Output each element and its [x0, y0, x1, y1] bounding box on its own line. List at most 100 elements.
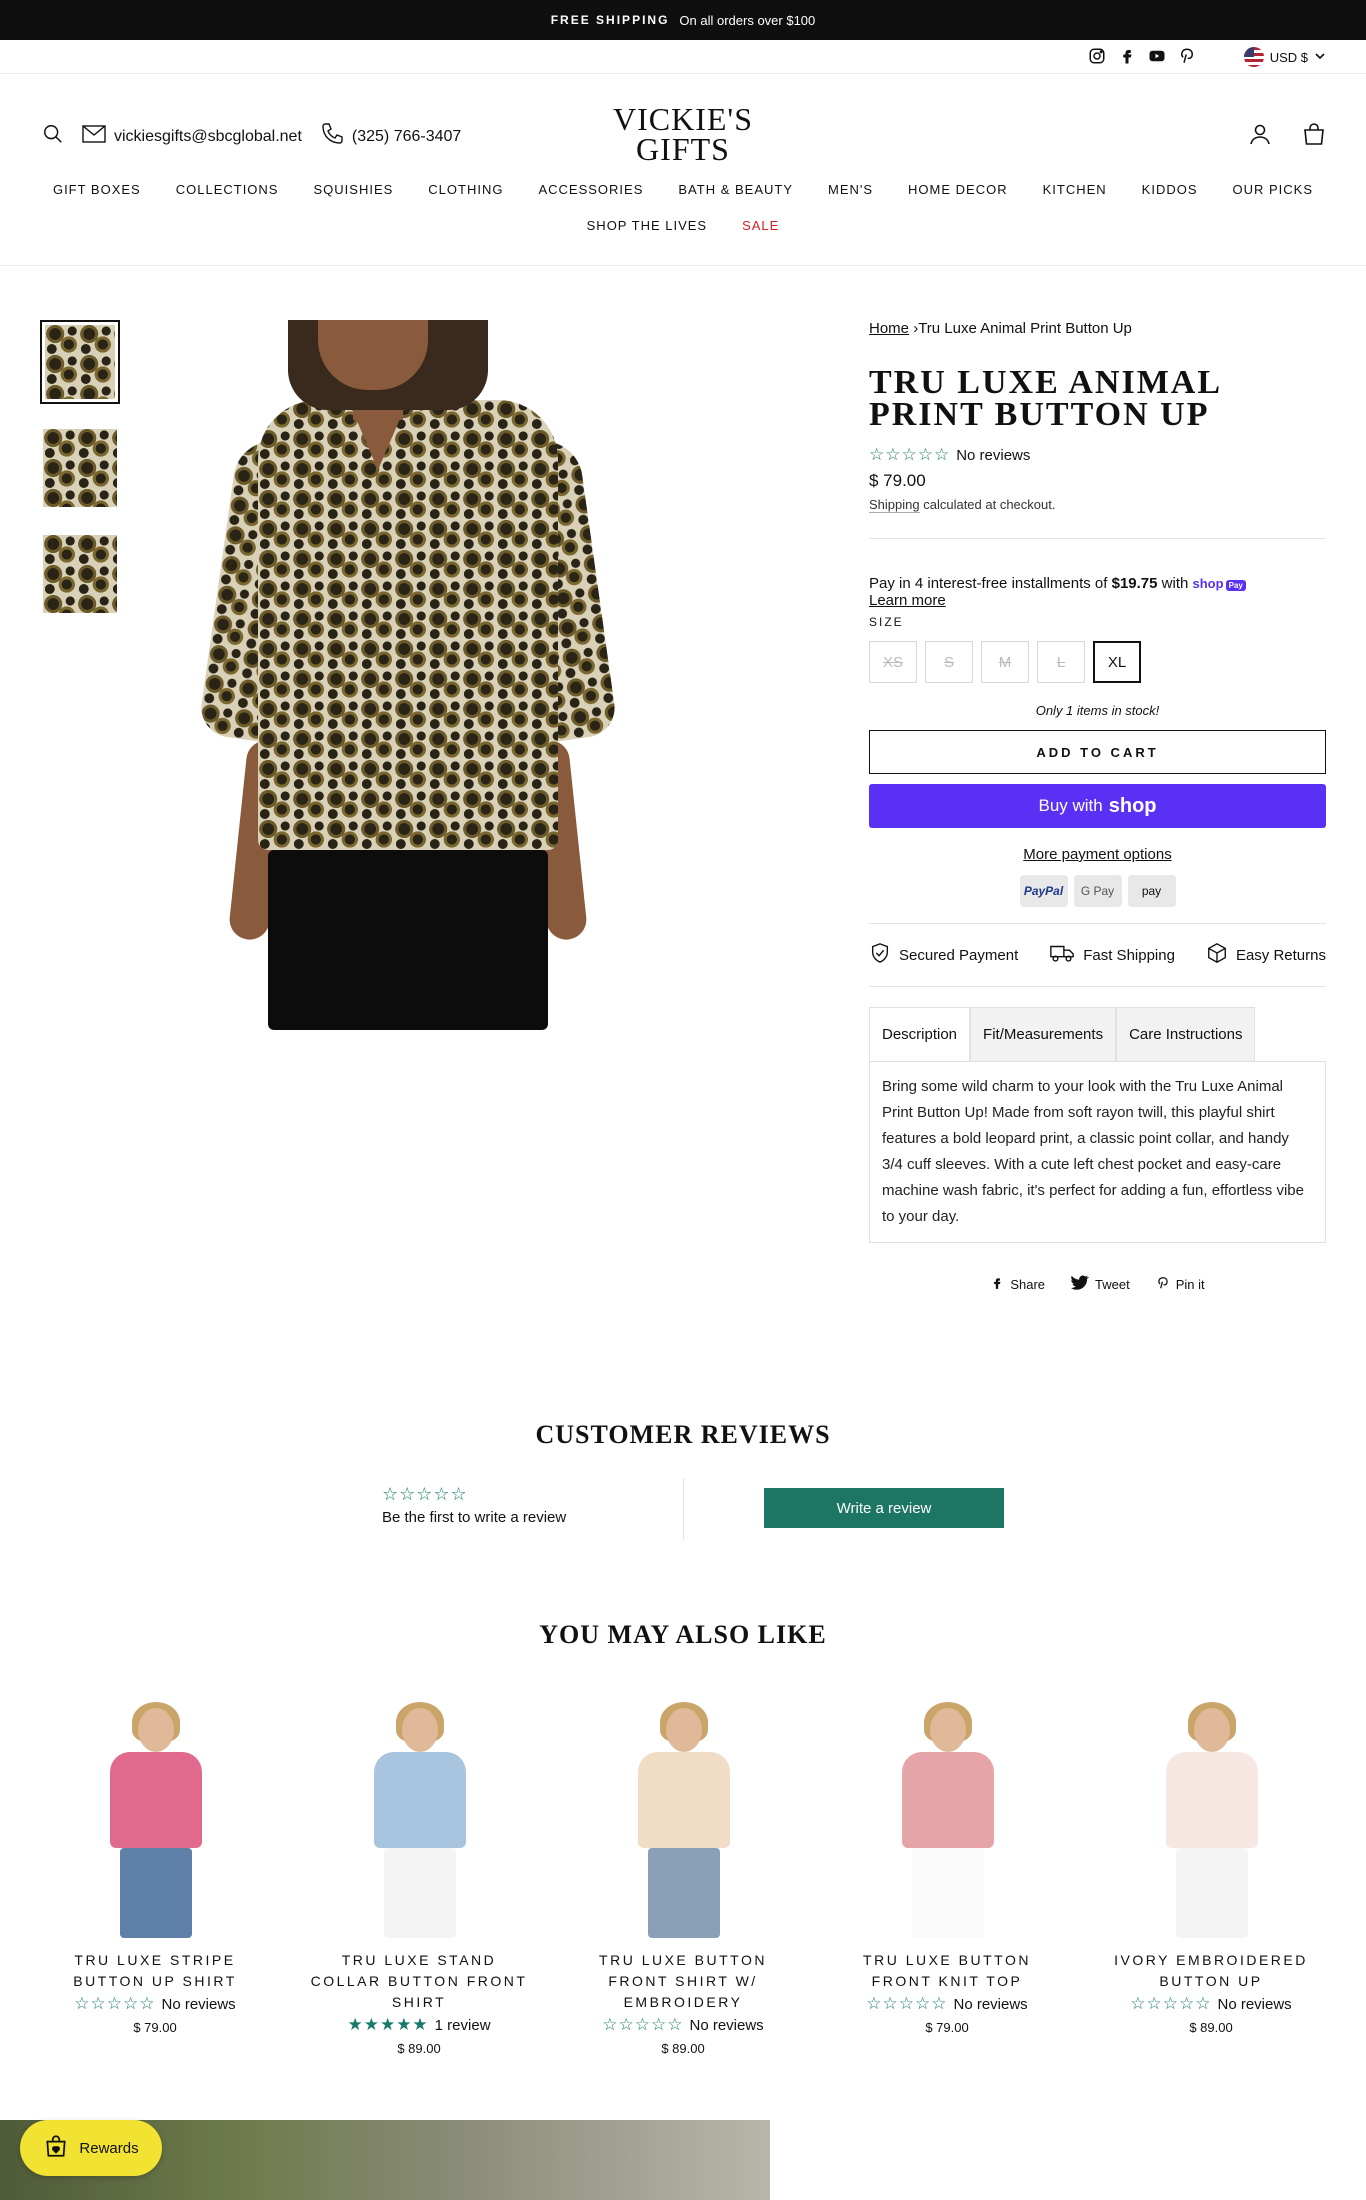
nav-clothing[interactable]: CLOTHING — [428, 182, 503, 197]
reviews-first-text: Be the first to write a review — [382, 1509, 567, 1526]
currency-selector[interactable]: USD $ — [1243, 47, 1326, 67]
google-pay-icon[interactable]: G Pay — [1073, 875, 1122, 907]
size-option-s[interactable]: S — [925, 641, 973, 683]
phone-link[interactable]: (325) 766-3407 — [320, 122, 461, 151]
tab-care-instructions[interactable]: Care Instructions — [1116, 1007, 1256, 1061]
trust-label: Fast Shipping — [1083, 946, 1175, 964]
more-payment-options-link[interactable]: More payment options — [869, 846, 1326, 863]
cart-icon[interactable] — [1302, 122, 1326, 151]
product-card[interactable]: TRU LUXE STRIPE BUTTON UP SHIRT ☆☆☆☆☆ No… — [40, 1700, 270, 2056]
nav-accessories[interactable]: ACCESSORIES — [538, 182, 643, 197]
breadcrumb-home[interactable]: Home — [869, 320, 909, 337]
main-product-image[interactable] — [197, 320, 678, 1030]
search-icon[interactable] — [42, 123, 64, 150]
nav-mens[interactable]: MEN'S — [828, 182, 873, 197]
amazon-pay-icon[interactable]: pay — [1127, 875, 1176, 907]
buy-with-shop-button[interactable]: Buy with shop — [869, 784, 1326, 828]
site-logo[interactable]: VICKIE'S GIFTS — [583, 101, 783, 165]
header-contact: vickiesgifts@sbcglobal.net (325) 766-340… — [42, 122, 461, 151]
write-review-button[interactable]: Write a review — [764, 1488, 1004, 1528]
nav-shop-the-lives[interactable]: SHOP THE LIVES — [587, 218, 707, 233]
card-top — [110, 1752, 202, 1848]
nav-sale[interactable]: SALE — [742, 218, 779, 233]
shield-icon — [869, 942, 891, 968]
rewards-launcher-button[interactable]: Rewards — [20, 2120, 162, 2176]
product-card-name: TRU LUXE BUTTON FRONT KNIT TOP — [863, 1952, 1031, 1989]
nav-kiddos[interactable]: KIDDOS — [1142, 182, 1198, 197]
nav-squishies[interactable]: SQUISHIES — [313, 182, 393, 197]
size-option-xl[interactable]: XL — [1093, 641, 1141, 683]
size-option-l[interactable]: L — [1037, 641, 1085, 683]
product-card-image — [304, 1700, 534, 1940]
nav-kitchen[interactable]: KITCHEN — [1043, 182, 1107, 197]
instagram-icon[interactable] — [1088, 47, 1106, 65]
model-face — [666, 1708, 702, 1752]
thumbnail-front[interactable] — [40, 320, 120, 404]
size-option-xs[interactable]: XS — [869, 641, 917, 683]
add-to-cart-button[interactable]: ADD TO CART — [869, 730, 1326, 774]
phone-icon — [320, 122, 344, 151]
model-face — [1194, 1708, 1230, 1752]
product-rating[interactable]: ☆☆☆☆☆ No reviews — [869, 445, 1326, 465]
paypal-icon[interactable]: PayPal — [1019, 875, 1068, 907]
product-card-image — [832, 1700, 1062, 1940]
product-card[interactable]: TRU LUXE BUTTON FRONT KNIT TOP ☆☆☆☆☆ No … — [832, 1700, 1062, 2056]
nav-gift-boxes[interactable]: GIFT BOXES — [53, 182, 141, 197]
product-card-price: $ 79.00 — [925, 2020, 969, 2035]
email-link[interactable]: vickiesgifts@sbcglobal.net — [82, 125, 302, 148]
rating-stars: ☆☆☆☆☆ — [74, 1994, 156, 2013]
product-card-rating: ☆☆☆☆☆ No reviews — [832, 1994, 1062, 2014]
tab-fit-measurements[interactable]: Fit/Measurements — [970, 1007, 1117, 1061]
currency-label: USD $ — [1269, 49, 1308, 65]
product-card[interactable]: TRU LUXE STAND COLLAR BUTTON FRONT SHIRT… — [304, 1700, 534, 2056]
product-price: $ 79.00 — [869, 471, 926, 490]
product-card-name: TRU LUXE BUTTON FRONT SHIRT W/ EMBROIDER… — [599, 1952, 767, 2010]
nav-our-picks[interactable]: OUR PICKS — [1233, 182, 1314, 197]
product-card[interactable]: IVORY EMBROIDERED BUTTON UP ☆☆☆☆☆ No rev… — [1096, 1700, 1326, 2056]
thumbnail-back[interactable] — [40, 426, 120, 510]
nav-collections[interactable]: COLLECTIONS — [176, 182, 279, 197]
twitter-icon — [1071, 1275, 1090, 1294]
shipping-link[interactable]: Shipping — [869, 497, 920, 513]
nav-home-decor[interactable]: HOME DECOR — [908, 182, 1008, 197]
share-twitter[interactable]: Tweet — [1071, 1275, 1130, 1294]
email-text: vickiesgifts@sbcglobal.net — [114, 127, 302, 145]
product-card-rating: ☆☆☆☆☆ No reviews — [568, 2015, 798, 2035]
facebook-icon[interactable] — [1118, 47, 1136, 65]
logo-line-1: VICKIE'S — [613, 101, 753, 137]
header-actions — [1248, 122, 1326, 151]
product-card-rating: ★★★★★ 1 review — [304, 2015, 534, 2035]
customer-reviews-title: CUSTOMER REVIEWS — [535, 1420, 831, 1449]
thumbnail-fabric[interactable] — [40, 532, 120, 616]
account-icon[interactable] — [1248, 122, 1272, 151]
rewards-label: Rewards — [79, 2139, 139, 2157]
tab-description[interactable]: Description — [869, 1007, 971, 1061]
learn-more-link[interactable]: Learn more — [869, 592, 1326, 609]
trust-secured-payment: Secured Payment — [869, 942, 1018, 968]
share-label: Share — [1010, 1277, 1046, 1292]
pinterest-icon[interactable] — [1178, 47, 1196, 65]
box-icon — [1206, 942, 1228, 968]
thumbnail-image — [45, 325, 115, 399]
rating-stars: ☆☆☆☆☆ — [866, 1994, 948, 2013]
breadcrumb: Home ›Tru Luxe Animal Print Button Up — [869, 320, 1326, 337]
rating-count: No reviews — [161, 1995, 236, 2013]
share-facebook[interactable]: Share — [990, 1275, 1045, 1294]
product-card[interactable]: TRU LUXE BUTTON FRONT SHIRT W/ EMBROIDER… — [568, 1700, 798, 2056]
main-nav: GIFT BOXES COLLECTIONS SQUISHIES CLOTHIN… — [0, 182, 1366, 197]
share-pinterest[interactable]: Pin it — [1156, 1275, 1205, 1294]
announcement-text: On all orders over $100 — [679, 12, 816, 28]
shop-pay-logo: shop Pay — [1193, 576, 1246, 591]
size-options: XS S M L XL — [869, 641, 1326, 683]
nav-bath-beauty[interactable]: BATH & BEAUTY — [678, 182, 793, 197]
payment-icons: PayPal G Pay pay — [869, 875, 1326, 907]
reviews-divider — [683, 1478, 684, 1540]
share-label: Pin it — [1175, 1277, 1205, 1292]
shopping-bag-heart-icon — [43, 2133, 69, 2163]
size-option-m[interactable]: M — [981, 641, 1029, 683]
trust-fast-shipping: Fast Shipping — [1049, 942, 1175, 968]
product-card-price: $ 89.00 — [397, 2041, 441, 2056]
trust-easy-returns: Easy Returns — [1206, 942, 1326, 968]
trust-badges: Secured Payment Fast Shipping Easy Retur… — [869, 923, 1326, 987]
youtube-icon[interactable] — [1148, 47, 1166, 65]
